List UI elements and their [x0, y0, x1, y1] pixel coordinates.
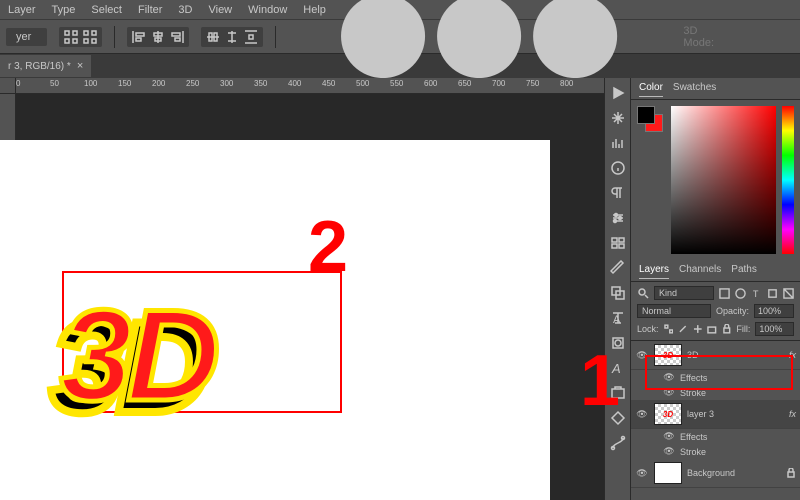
layer-dropdown-label: yer — [16, 31, 31, 43]
swatches-icon[interactable] — [607, 232, 629, 254]
brush-tool[interactable] — [607, 257, 629, 279]
path-icon[interactable] — [607, 432, 629, 454]
filter-image-icon[interactable] — [719, 288, 730, 299]
lock-pos-icon[interactable] — [693, 324, 703, 334]
burst-icon[interactable] — [607, 107, 629, 129]
layers-panel-tabs: Layers Channels Paths — [631, 260, 800, 282]
menu-view[interactable]: View — [208, 4, 232, 16]
hue-slider[interactable] — [782, 106, 794, 254]
color-picker[interactable] — [671, 106, 776, 254]
paragraph-icon[interactable] — [607, 182, 629, 204]
tab-channels[interactable]: Channels — [679, 264, 721, 279]
layer-name[interactable]: Background — [687, 468, 735, 478]
lock-icon — [786, 468, 796, 478]
tab-color[interactable]: Color — [639, 82, 663, 97]
options-bar: yer 3D Mode: — [0, 20, 800, 54]
color-panel — [631, 100, 800, 260]
layer-thumbnail[interactable]: 3D — [654, 403, 682, 425]
opacity-value[interactable]: 100% — [754, 304, 794, 318]
ruler-horizontal: 0501001502002503003504004505005506006507… — [16, 78, 604, 94]
menu-select[interactable]: Select — [91, 4, 122, 16]
close-icon[interactable]: × — [77, 60, 83, 72]
foreground-color[interactable] — [637, 106, 655, 124]
layer-row[interactable]: 👁 3D layer 3 fx — [631, 400, 800, 429]
layer-thumbnail[interactable] — [654, 462, 682, 484]
effect-row[interactable]: 👁Effects — [631, 429, 800, 444]
filter-shape-icon[interactable] — [767, 288, 778, 299]
layer-name[interactable]: layer 3 — [687, 409, 714, 419]
document-tab[interactable]: r 3, RGB/16) * × — [0, 55, 91, 77]
distribute-icon — [243, 29, 259, 45]
visibility-icon[interactable]: 👁 — [635, 409, 649, 420]
grid-icon — [82, 29, 98, 45]
filter-adj-icon[interactable] — [735, 288, 746, 299]
3d-mode-label: 3D Mode: — [683, 25, 714, 49]
align-icons[interactable] — [127, 27, 189, 47]
menu-3d[interactable]: 3D — [178, 4, 192, 16]
document-tab-title: r 3, RGB/16) * — [8, 61, 71, 72]
menu-type[interactable]: Type — [52, 4, 76, 16]
layer-controls: Kind T Normal Opacity: 100% Lock: — [631, 282, 800, 341]
fx-badge[interactable]: fx — [789, 409, 796, 419]
menu-filter[interactable]: Filter — [138, 4, 162, 16]
tab-swatches[interactable]: Swatches — [673, 82, 716, 97]
kind-dropdown[interactable]: Kind — [654, 286, 714, 300]
layer-row[interactable]: 👁 Background — [631, 459, 800, 488]
lock-nest-icon[interactable] — [707, 324, 717, 334]
search-icon[interactable] — [637, 287, 649, 299]
tab-layers[interactable]: Layers — [639, 264, 669, 279]
ruler-corner — [0, 78, 16, 94]
clone-tool[interactable] — [607, 282, 629, 304]
fill-value[interactable]: 100% — [755, 322, 794, 336]
menu-layer[interactable]: Layer — [8, 4, 36, 16]
svg-text:A: A — [613, 314, 621, 326]
sliders-icon[interactable] — [607, 207, 629, 229]
menu-window[interactable]: Window — [248, 4, 287, 16]
histogram-icon[interactable] — [607, 132, 629, 154]
grid-icon — [63, 29, 79, 45]
lock-trans-icon[interactable] — [664, 324, 674, 334]
workspace: 0501001502002503003504004505005506006507… — [0, 78, 800, 500]
align-left-icon — [131, 29, 147, 45]
filter-type-icon[interactable]: T — [751, 288, 762, 299]
annotation-1: 1 — [580, 340, 620, 422]
annotation-2: 2 — [308, 206, 348, 288]
tool-strip: A A — [604, 78, 630, 500]
info-icon[interactable] — [607, 157, 629, 179]
distribute-icons[interactable] — [201, 27, 263, 47]
annotation-box-1 — [645, 355, 793, 390]
lock-label: Lock: — [637, 324, 659, 334]
align-center-icon — [150, 29, 166, 45]
opacity-label: Opacity: — [716, 306, 749, 316]
artwork-front: 3D — [60, 280, 214, 430]
canvas-area[interactable]: 0501001502002503003504004505005506006507… — [0, 78, 604, 500]
right-panels: Color Swatches Layers Channels Paths Kin… — [630, 78, 800, 500]
layer-dropdown[interactable]: yer — [6, 28, 47, 46]
distribute-icon — [205, 29, 221, 45]
effect-row[interactable]: 👁Stroke — [631, 444, 800, 459]
filter-smart-icon[interactable] — [783, 288, 794, 299]
svg-text:T: T — [753, 289, 759, 299]
foreground-background-swatch[interactable] — [637, 106, 665, 134]
tab-paths[interactable]: Paths — [731, 264, 757, 279]
type-tool[interactable]: A — [607, 307, 629, 329]
visibility-icon[interactable]: 👁 — [635, 468, 649, 479]
blend-mode-dropdown[interactable]: Normal — [637, 304, 711, 318]
fill-label: Fill: — [736, 324, 750, 334]
lock-all-icon[interactable] — [722, 324, 732, 334]
distribute-icon — [224, 29, 240, 45]
layers-panel: Kind T Normal Opacity: 100% Lock: — [631, 282, 800, 500]
lock-paint-icon[interactable] — [678, 324, 688, 334]
align-right-icon — [169, 29, 185, 45]
grid-icons[interactable] — [59, 27, 102, 47]
color-panel-tabs: Color Swatches — [631, 78, 800, 100]
play-tool[interactable] — [607, 82, 629, 104]
